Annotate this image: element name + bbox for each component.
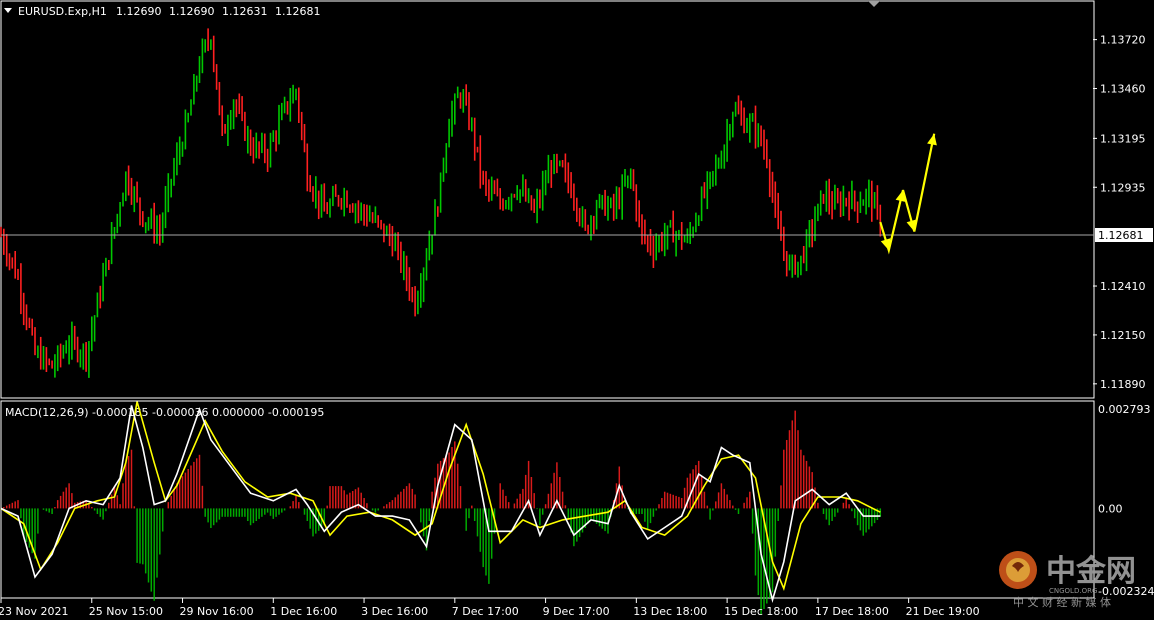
price-tick-label: 1.13195 [1100, 132, 1146, 145]
time-tick-label: 25 Nov 15:00 [89, 605, 163, 618]
macd-signal-line [0, 401, 881, 591]
forecast-arrowhead-down [880, 238, 891, 251]
price-tick-label: 1.13460 [1100, 83, 1146, 96]
macd-tick-label: 0.002793 [1098, 403, 1151, 416]
symbol-header: EURUSD.Exp,H1 [18, 5, 107, 18]
time-tick-label: 9 Dec 17:00 [543, 605, 610, 618]
time-tick-label: 21 Dec 19:00 [906, 605, 980, 618]
macd-header: MACD(12,26,9) -0.000185 -0.000036 0.0000… [5, 406, 324, 419]
macd-histogram [3, 410, 882, 615]
price-tick-label: 1.12150 [1100, 329, 1146, 342]
collapse-triangle-icon[interactable] [4, 8, 12, 13]
price-tick-label: 1.13720 [1100, 34, 1146, 47]
ohlc-readout: 1.12690 1.12690 1.12631 1.12681 [116, 5, 321, 18]
watermark-brand: 中金网 [1046, 554, 1136, 589]
time-tick-label: 3 Dec 16:00 [361, 605, 428, 618]
time-tick-label: 7 Dec 17:00 [452, 605, 519, 618]
price-tick-label: 1.11890 [1100, 378, 1146, 391]
scroll-marker-icon[interactable] [868, 1, 880, 7]
ohlc-close: 1.12681 [275, 5, 321, 18]
time-tick-label: 23 Nov 2021 [0, 605, 68, 618]
price-tick-label: 1.12410 [1100, 280, 1146, 293]
current-price-badge: 1.12681 [1095, 228, 1153, 242]
time-tick-label: 29 Nov 16:00 [180, 605, 254, 618]
time-tick-label: 15 Dec 18:00 [724, 605, 798, 618]
price-candles [0, 28, 882, 378]
time-axis: 23 Nov 2021 25 Nov 15:00 29 Nov 16:00 1 Dec… [0, 598, 980, 618]
ohlc-low: 1.12631 [222, 5, 268, 18]
price-tick-label: 1.12935 [1100, 181, 1146, 194]
time-tick-label: 1 Dec 16:00 [270, 605, 337, 618]
watermark-domain: CNGOLD.ORG [1049, 587, 1097, 595]
watermark: 中金网 CNGOLD.ORG 中 文 财 经 新 媒 体 [999, 551, 1136, 609]
time-tick-label: 13 Dec 18:00 [633, 605, 707, 618]
forecast-arrow [879, 133, 936, 255]
time-tick-label: 17 Dec 18:00 [815, 605, 889, 618]
forecast-arrowhead-final [927, 133, 937, 146]
price-axis: 1.13720 1.13460 1.13195 1.12935 1.12410 1.121… [1093, 34, 1146, 391]
chart-stage: EURUSD.Exp,H1 1.12690 1.12690 1.12631 1.… [0, 0, 1154, 618]
ohlc-high: 1.12690 [169, 5, 215, 18]
current-price-label: 1.12681 [1098, 229, 1144, 242]
watermark-tagline: 中 文 财 经 新 媒 体 [1013, 595, 1111, 609]
ohlc-open: 1.12690 [116, 5, 162, 18]
macd-tick-label: 0.00 [1098, 502, 1123, 515]
